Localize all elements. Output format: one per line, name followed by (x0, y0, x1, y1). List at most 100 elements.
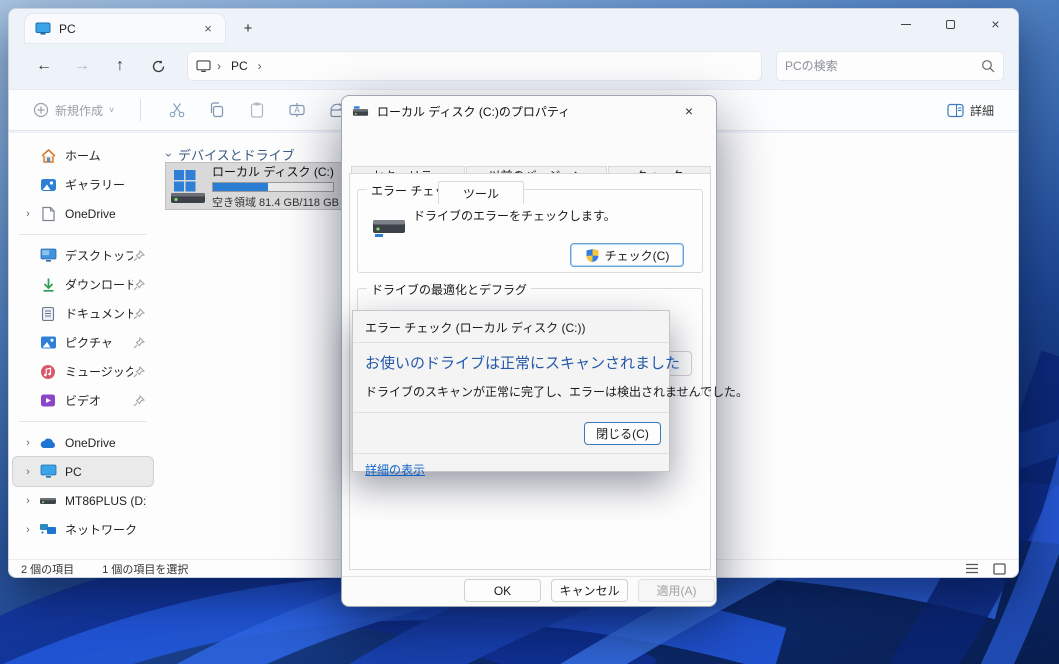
sidebar-item-mt86plus-d[interactable]: › MT86PLUS (D:) (13, 486, 153, 515)
tab-tools[interactable]: ツール (438, 181, 524, 204)
chevron-right-icon[interactable]: › (21, 208, 35, 220)
chevron-right-icon[interactable]: › (21, 524, 35, 536)
sidebar-item-desktop[interactable]: デスクトップ (13, 241, 153, 270)
maximize-button[interactable] (928, 9, 973, 39)
breadcrumb[interactable]: › PC › (187, 51, 762, 81)
new-tab-button[interactable]: + (235, 16, 261, 40)
svg-text:A: A (295, 106, 301, 115)
chevron-right-icon[interactable]: › (21, 437, 35, 449)
cancel-label: キャンセル (559, 582, 619, 599)
explorer-tab-pc[interactable]: PC × (25, 14, 225, 43)
cancel-button[interactable]: キャンセル (551, 579, 628, 602)
address-bar-row: ← → ↑ › PC › (9, 43, 1018, 89)
sidebar-item-onedrive-top[interactable]: › OneDrive (13, 199, 153, 228)
sidebar-item-pictures[interactable]: ピクチャ (13, 328, 153, 357)
chevron-down-icon: ˅ (109, 105, 114, 115)
monitor-icon (35, 22, 51, 36)
pictures-icon (39, 334, 57, 352)
sidebar-item-home[interactable]: ホーム (13, 141, 153, 170)
sidebar-item-music[interactable]: ミュージック (13, 357, 153, 386)
close-scan-button[interactable]: 閉じる(C) (584, 422, 661, 445)
search-box[interactable] (776, 51, 1004, 81)
pin-icon (133, 250, 147, 262)
minimize-button[interactable] (883, 9, 928, 39)
chevron-down-icon[interactable]: › (162, 153, 176, 157)
copy-button[interactable] (199, 94, 235, 126)
sidebar-item-gallery[interactable]: ギャラリー (13, 170, 153, 199)
scan-dialog-title: エラー チェック (ローカル ディスク (C:)) (353, 311, 669, 342)
sidebar-item-label: OneDrive (65, 207, 147, 221)
search-input[interactable] (785, 59, 981, 73)
sidebar-item-label: ダウンロード (65, 276, 133, 293)
tab-close-icon[interactable]: × (199, 20, 217, 38)
search-icon (981, 59, 995, 73)
sidebar-item-label: MT86PLUS (D:) (65, 494, 147, 508)
home-icon (39, 147, 57, 165)
close-icon[interactable]: × (672, 99, 706, 123)
breadcrumb-item-pc[interactable]: PC (227, 57, 252, 75)
error-check-group: エラー チェック ドライブのエラーをチェックします。 チェック(C) (357, 189, 703, 273)
paste-icon (248, 101, 266, 119)
check-button[interactable]: チェック(C) (570, 243, 684, 267)
chevron-right-icon[interactable]: › (21, 466, 35, 478)
download-icon (39, 276, 57, 294)
sidebar-item-label: ドキュメント (65, 305, 133, 322)
drive-icon (352, 105, 369, 118)
forward-icon[interactable]: → (65, 51, 99, 81)
refresh-icon[interactable] (141, 51, 175, 81)
sidebar-item-videos[interactable]: ビデオ (13, 386, 153, 415)
sidebar-divider (19, 421, 147, 422)
section-header-label: デバイスとドライブ (178, 145, 295, 164)
ok-button[interactable]: OK (464, 579, 541, 602)
scan-body-text: ドライブのスキャンが正常に完了し、エラーは検出されませんでした。 (353, 373, 669, 412)
capacity-bar (212, 182, 334, 192)
pin-icon (133, 279, 147, 291)
back-icon[interactable]: ← (27, 51, 61, 81)
sidebar-item-pc[interactable]: › PC (13, 457, 153, 486)
cut-button[interactable] (159, 94, 195, 126)
copy-icon (208, 101, 226, 119)
sidebar-item-label: ピクチャ (65, 334, 133, 351)
sidebar-item-network[interactable]: › ネットワーク (13, 515, 153, 544)
sidebar-item-label: ホーム (65, 147, 147, 164)
windows-drive-icon (170, 167, 206, 205)
sidebar-item-downloads[interactable]: ダウンロード (13, 270, 153, 299)
scan-result-dialog: エラー チェック (ローカル ディスク (C:)) お使いのドライブは正常にスキ… (352, 310, 670, 472)
apply-label: 適用(A) (657, 582, 697, 599)
sidebar-item-documents[interactable]: ドキュメント (13, 299, 153, 328)
rename-icon: A (288, 101, 306, 119)
selected-count: 1 個の項目を選択 (102, 561, 188, 577)
tab-title: PC (59, 22, 199, 36)
up-icon[interactable]: ↑ (103, 51, 137, 81)
error-check-description: ドライブのエラーをチェックします。 (413, 207, 616, 224)
toolbar-divider (140, 99, 141, 121)
show-details-link[interactable]: 詳細の表示 (365, 463, 425, 477)
sidebar-item-onedrive[interactable]: › OneDrive (13, 428, 153, 457)
sidebar-item-label: ギャラリー (65, 176, 147, 193)
properties-titlebar: ローカル ディスク (C:)のプロパティ × (342, 96, 716, 126)
section-devices-and-drives[interactable]: › デバイスとドライブ (167, 145, 295, 164)
gallery-icon (39, 176, 57, 194)
hdd-icon (39, 492, 57, 510)
sidebar-item-label: ビデオ (65, 392, 133, 409)
thumbnail-view-icon[interactable] (993, 563, 1006, 575)
details-pane-button[interactable]: 詳細 (939, 97, 1002, 124)
list-view-icon[interactable] (965, 563, 979, 574)
close-button[interactable]: × (973, 9, 1018, 39)
monitor-icon (196, 60, 211, 73)
drive-tile-local-disk-c[interactable]: ローカル ディスク (C:) 空き領域 81.4 GB/118 GB (166, 163, 344, 209)
plus-circle-icon (33, 102, 49, 118)
group-label: ドライブの最適化とデフラグ (367, 281, 531, 298)
chevron-right-icon[interactable]: › (21, 495, 35, 507)
apply-button[interactable]: 適用(A) (638, 579, 715, 602)
window-caption-controls: × (883, 9, 1018, 39)
documents-icon (39, 305, 57, 323)
rename-button[interactable]: A (279, 94, 315, 126)
cut-icon (168, 101, 186, 119)
sidebar-item-label: PC (65, 465, 147, 479)
new-item-button[interactable]: 新規作成 ˅ (25, 97, 122, 124)
paste-button[interactable] (239, 94, 275, 126)
ok-label: OK (494, 584, 511, 598)
sidebar-item-label: ネットワーク (65, 521, 147, 538)
details-label: 詳細 (970, 102, 994, 119)
